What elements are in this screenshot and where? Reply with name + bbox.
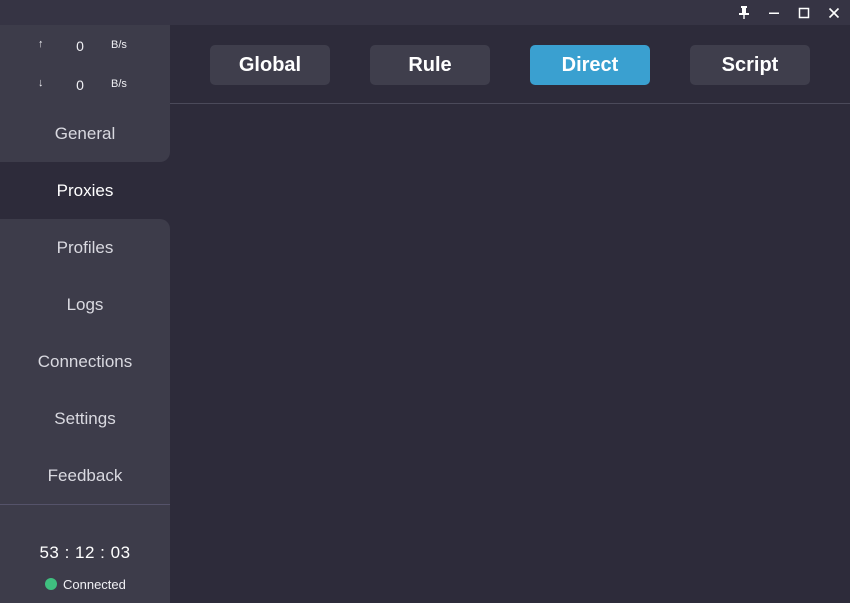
status-dot-icon [45, 578, 57, 590]
maximize-icon[interactable] [789, 0, 819, 25]
sidebar-item-general[interactable]: General [0, 105, 170, 162]
sidebar-item-settings[interactable]: Settings [0, 390, 170, 447]
mode-script-button[interactable]: Script [690, 45, 810, 85]
app-window: ↑ 0 B/s ↓ 0 B/s General Proxies Profiles… [0, 0, 850, 603]
uptime-timer: 53 : 12 : 03 [39, 543, 131, 562]
mode-rule-button[interactable]: Rule [370, 45, 490, 85]
download-arrow-icon: ↓ [38, 77, 44, 89]
main-content: Global Rule Direct Script [170, 25, 850, 603]
sidebar-item-connections[interactable]: Connections [0, 333, 170, 390]
traffic-monitor: ↑ 0 B/s ↓ 0 B/s [0, 25, 170, 105]
pin-icon[interactable] [729, 0, 759, 25]
sidebar-item-logs[interactable]: Logs [0, 276, 170, 333]
upload-speed: ↑ 0 B/s [0, 36, 170, 56]
upload-unit: B/s [111, 39, 127, 51]
title-bar [0, 0, 850, 25]
download-value: 0 [76, 77, 84, 93]
sidebar: ↑ 0 B/s ↓ 0 B/s General Proxies Profiles… [0, 25, 170, 603]
connection-label: Connected [63, 576, 126, 592]
upload-value: 0 [76, 38, 84, 54]
mode-selector: Global Rule Direct Script [170, 25, 850, 104]
sidebar-nav: General Proxies Profiles Logs Connection… [0, 105, 170, 504]
upload-arrow-icon: ↑ [38, 38, 44, 50]
download-speed: ↓ 0 B/s [0, 75, 170, 95]
sidebar-item-profiles[interactable]: Profiles [0, 219, 170, 276]
close-icon[interactable] [819, 0, 849, 25]
sidebar-item-proxies[interactable]: Proxies [0, 162, 170, 219]
minimize-icon[interactable] [759, 0, 789, 25]
mode-global-button[interactable]: Global [210, 45, 330, 85]
status-panel: 53 : 12 : 03 Connected [0, 505, 170, 603]
connection-status: Connected [45, 576, 126, 592]
download-unit: B/s [111, 78, 127, 90]
sidebar-item-feedback[interactable]: Feedback [0, 447, 170, 504]
mode-direct-button[interactable]: Direct [530, 45, 650, 85]
